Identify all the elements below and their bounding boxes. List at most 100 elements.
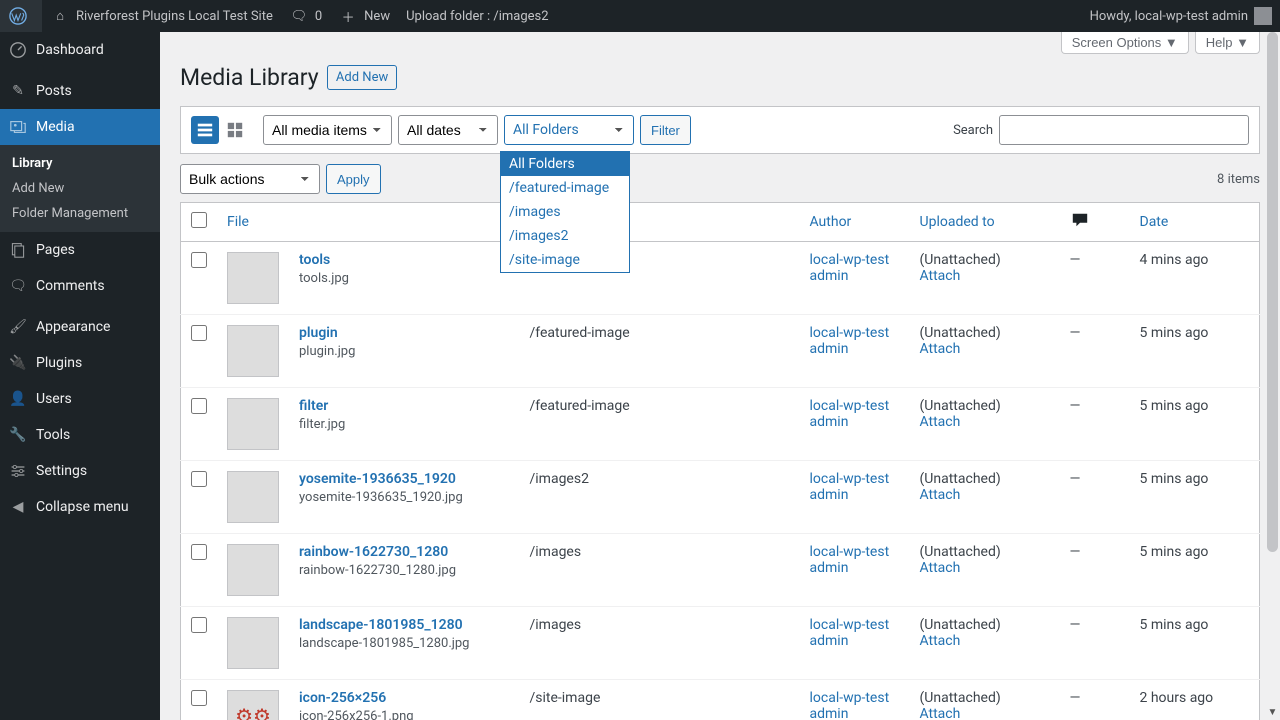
row-checkbox[interactable] — [191, 325, 207, 341]
tools-icon: 🔧 — [8, 425, 28, 445]
attach-link[interactable]: Attach — [920, 706, 961, 720]
submenu-folder-management[interactable]: Folder Management — [0, 201, 160, 226]
menu-dashboard[interactable]: Dashboard — [0, 32, 160, 68]
menu-tools[interactable]: 🔧Tools — [0, 417, 160, 453]
author-link[interactable]: local-wp-test admin — [810, 252, 890, 284]
comments-link[interactable]: 🗨0 — [281, 0, 330, 32]
date-cell: 5 mins ago — [1130, 388, 1260, 461]
unattached-label: (Unattached) — [920, 471, 1001, 487]
media-title-link[interactable]: landscape-1801985_1280 — [299, 617, 463, 633]
add-new-button[interactable]: Add New — [327, 65, 397, 90]
comments-column-icon[interactable] — [1070, 211, 1090, 229]
menu-comments[interactable]: 🗨Comments — [0, 268, 160, 304]
thumbnail[interactable] — [227, 252, 279, 304]
filename: rainbow-1622730_1280.jpg — [299, 563, 510, 578]
media-title-link[interactable]: plugin — [299, 325, 338, 341]
table-row: filterfilter.jpg/featured-imagelocal-wp-… — [181, 388, 1260, 461]
avatar — [1254, 7, 1272, 25]
media-title-link[interactable]: tools — [299, 252, 330, 268]
thumbnail[interactable] — [227, 325, 279, 377]
row-checkbox[interactable] — [191, 252, 207, 268]
menu-collapse[interactable]: ◀Collapse menu — [0, 489, 160, 525]
col-file[interactable]: File — [227, 214, 249, 230]
menu-pages[interactable]: Pages — [0, 232, 160, 268]
scroll-thumb[interactable] — [1267, 32, 1278, 552]
folder-option-site-image[interactable]: /site-image — [501, 248, 629, 272]
thumbnail[interactable] — [227, 617, 279, 669]
row-checkbox[interactable] — [191, 617, 207, 633]
author-link[interactable]: local-wp-test admin — [810, 544, 890, 576]
media-title-link[interactable]: yosemite-1936635_1920 — [299, 471, 456, 487]
author-link[interactable]: local-wp-test admin — [810, 617, 890, 649]
menu-plugins[interactable]: 🔌Plugins — [0, 345, 160, 381]
author-link[interactable]: local-wp-test admin — [810, 398, 890, 430]
scrollbar[interactable]: ▲ ▼ — [1265, 32, 1280, 720]
media-title-link[interactable]: filter — [299, 398, 328, 414]
howdy-link[interactable]: Howdy, local-wp-test admin — [1082, 0, 1280, 32]
menu-users[interactable]: 👤Users — [0, 381, 160, 417]
row-checkbox[interactable] — [191, 398, 207, 414]
col-author[interactable]: Author — [810, 214, 852, 230]
plugins-icon: 🔌 — [8, 353, 28, 373]
folder-select[interactable]: All Folders — [504, 115, 634, 145]
media-title-link[interactable]: icon-256×256 — [299, 690, 386, 706]
row-checkbox[interactable] — [191, 690, 207, 706]
pin-icon: ✎ — [8, 81, 28, 101]
filename: filter.jpg — [299, 417, 510, 432]
thumbnail[interactable] — [227, 690, 279, 720]
folder-option-images[interactable]: /images — [501, 200, 629, 224]
site-name-link[interactable]: ⌂Riverforest Plugins Local Test Site — [42, 0, 281, 32]
thumbnail[interactable] — [227, 471, 279, 523]
row-checkbox[interactable] — [191, 471, 207, 487]
comments-cell: — — [1060, 607, 1130, 680]
screen-options-button[interactable]: Screen Options ▼ — [1061, 32, 1189, 54]
home-icon: ⌂ — [50, 6, 70, 26]
media-title-link[interactable]: rainbow-1622730_1280 — [299, 544, 448, 560]
filter-button[interactable]: Filter — [640, 115, 691, 145]
attach-link[interactable]: Attach — [920, 341, 961, 357]
author-link[interactable]: local-wp-test admin — [810, 690, 890, 720]
menu-media[interactable]: Media — [0, 109, 160, 145]
row-checkbox[interactable] — [191, 544, 207, 560]
menu-appearance[interactable]: 🖌Appearance — [0, 309, 160, 345]
help-button[interactable]: Help ▼ — [1195, 32, 1260, 54]
folder-option-images2[interactable]: /images2 — [501, 224, 629, 248]
folder-option-all[interactable]: All Folders — [501, 152, 629, 176]
wp-logo[interactable] — [0, 0, 42, 32]
unattached-label: (Unattached) — [920, 325, 1001, 341]
upload-folder-label[interactable]: Upload folder : /images2 — [398, 0, 556, 32]
search-input[interactable] — [999, 115, 1249, 145]
menu-posts[interactable]: ✎Posts — [0, 73, 160, 109]
author-link[interactable]: local-wp-test admin — [810, 471, 890, 503]
attach-link[interactable]: Attach — [920, 414, 961, 430]
submenu-add-new[interactable]: Add New — [0, 176, 160, 201]
unattached-label: (Unattached) — [920, 252, 1001, 268]
submenu-library[interactable]: Library — [0, 151, 160, 176]
table-row: rainbow-1622730_1280 rainbow-1622730_1280… — [181, 534, 1260, 607]
folder-cell: /featured-image — [520, 315, 800, 388]
new-content-link[interactable]: ＋New — [330, 0, 398, 32]
bulk-actions-select[interactable]: Bulk actions — [180, 164, 320, 194]
appearance-icon: 🖌 — [8, 317, 28, 337]
comments-icon: 🗨 — [8, 276, 28, 296]
folder-option-featured[interactable]: /featured-image — [501, 176, 629, 200]
attach-link[interactable]: Attach — [920, 268, 961, 284]
media-type-select[interactable]: All media items — [263, 115, 392, 145]
dates-select[interactable]: All dates — [398, 115, 498, 145]
wordpress-icon — [8, 6, 28, 26]
attach-link[interactable]: Attach — [920, 487, 961, 503]
date-cell: 2 hours ago — [1130, 680, 1260, 720]
attach-link[interactable]: Attach — [920, 560, 961, 576]
menu-settings[interactable]: Settings — [0, 453, 160, 489]
thumbnail[interactable] — [227, 544, 279, 596]
select-all-checkbox[interactable] — [191, 212, 207, 228]
attach-link[interactable]: Attach — [920, 633, 961, 649]
apply-button[interactable]: Apply — [326, 164, 381, 194]
col-date[interactable]: Date — [1140, 214, 1169, 230]
author-link[interactable]: local-wp-test admin — [810, 325, 890, 357]
col-uploaded[interactable]: Uploaded to — [920, 214, 995, 230]
view-list-button[interactable] — [191, 116, 219, 144]
scroll-down-icon[interactable]: ▼ — [1265, 705, 1280, 720]
thumbnail[interactable] — [227, 398, 279, 450]
view-grid-button[interactable] — [221, 116, 249, 144]
